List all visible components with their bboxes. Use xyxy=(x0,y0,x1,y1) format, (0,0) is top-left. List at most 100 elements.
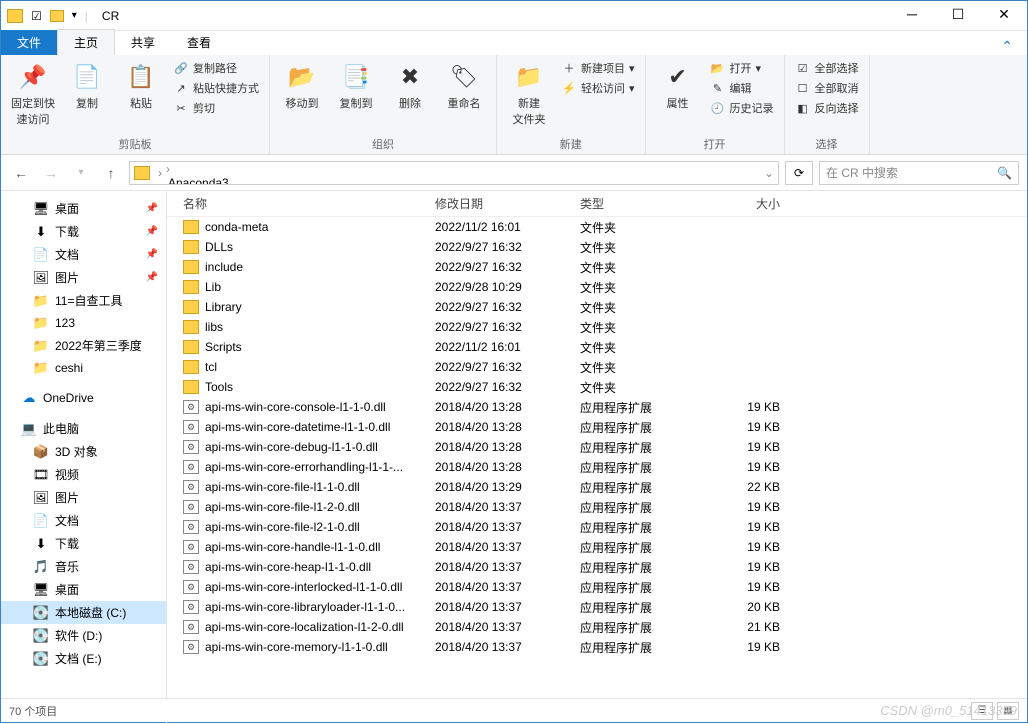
open-button[interactable]: 📂打开 ▾ xyxy=(708,59,776,77)
file-row[interactable]: include2022/9/27 16:32文件夹 xyxy=(167,257,1027,277)
nav-item[interactable]: ⬇下载 xyxy=(1,532,166,555)
nav-item[interactable]: 📄文档📌 xyxy=(1,243,166,266)
tab-file[interactable]: 文件 xyxy=(1,30,57,55)
select-all-button[interactable]: ☑全部选择 xyxy=(793,59,861,77)
copy-button[interactable]: 📄复制 xyxy=(63,59,111,113)
copy-path-button[interactable]: 🔗复制路径 xyxy=(171,59,261,77)
search-input[interactable]: 在 CR 中搜索 🔍 xyxy=(819,161,1019,185)
edit-button[interactable]: ✎编辑 xyxy=(708,79,776,97)
file-row[interactable]: Tools2022/9/27 16:32文件夹 xyxy=(167,377,1027,397)
maximize-button[interactable]: ☐ xyxy=(935,1,981,31)
nav-icon: ⬇ xyxy=(33,224,49,240)
file-row[interactable]: Library2022/9/27 16:32文件夹 xyxy=(167,297,1027,317)
easy-access-button[interactable]: ⚡轻松访问 ▾ xyxy=(559,79,637,97)
nav-item[interactable]: 📦3D 对象 xyxy=(1,440,166,463)
nav-item[interactable]: 📁123 xyxy=(1,312,166,334)
copy-to-button[interactable]: 📑复制到 xyxy=(332,59,380,113)
file-row[interactable]: ⚙api-ms-win-core-libraryloader-l1-1-0...… xyxy=(167,597,1027,617)
breadcrumb[interactable]: › 此电脑›本地磁盘 (C:)›ProgramData›Anaconda3›en… xyxy=(129,161,779,185)
nav-item[interactable]: 🎞视频 xyxy=(1,463,166,486)
nav-item[interactable]: 💽文档 (E:) xyxy=(1,647,166,670)
status-bar: 70 个项目 ☰ ▦ xyxy=(1,698,1027,722)
folder-icon xyxy=(183,300,199,314)
breadcrumb-seg[interactable]: ProgramData xyxy=(164,161,243,162)
nav-item[interactable]: 📄文档 xyxy=(1,509,166,532)
nav-item[interactable]: 📁2022年第三季度 xyxy=(1,334,166,357)
nav-item[interactable]: 🎵音乐 xyxy=(1,555,166,578)
recent-dropdown[interactable]: ▾ xyxy=(69,161,93,185)
paste-shortcut-button[interactable]: ↗粘贴快捷方式 xyxy=(171,79,261,97)
invert-selection-button[interactable]: ◧反向选择 xyxy=(793,99,861,117)
tab-home[interactable]: 主页 xyxy=(57,29,115,55)
file-row[interactable]: ⚙api-ms-win-core-debug-l1-1-0.dll2018/4/… xyxy=(167,437,1027,457)
nav-icon: 📁 xyxy=(33,338,49,354)
select-none-button[interactable]: ☐全部取消 xyxy=(793,79,861,97)
breadcrumb-seg[interactable]: Anaconda3 xyxy=(164,176,243,185)
pin-to-quick-button[interactable]: 📌固定到快 速访问 xyxy=(9,59,57,129)
breadcrumb-folder-icon xyxy=(134,166,150,180)
cut-button[interactable]: ✂剪切 xyxy=(171,99,261,117)
file-row[interactable]: ⚙api-ms-win-core-datetime-l1-1-0.dll2018… xyxy=(167,417,1027,437)
ribbon-help-icon[interactable]: ⌃ xyxy=(987,38,1027,55)
nav-item[interactable]: 🖥桌面📌 xyxy=(1,197,166,220)
nav-tree[interactable]: 🖥桌面📌⬇下载📌📄文档📌🖼图片📌📁11=自查工具📁123📁2022年第三季度📁c… xyxy=(1,191,167,724)
paste-button[interactable]: 📋粘贴 xyxy=(117,59,165,113)
tab-view[interactable]: 查看 xyxy=(171,30,227,55)
file-row[interactable]: conda-meta2022/11/2 16:01文件夹 xyxy=(167,217,1027,237)
nav-onedrive[interactable]: ☁OneDrive xyxy=(1,387,166,409)
file-row[interactable]: ⚙api-ms-win-core-file-l2-1-0.dll2018/4/2… xyxy=(167,517,1027,537)
column-headers[interactable]: 名称 修改日期 类型 大小 xyxy=(167,191,1027,217)
dll-icon: ⚙ xyxy=(183,540,199,554)
col-size[interactable]: 大小 xyxy=(700,195,780,212)
new-folder-button[interactable]: 📁新建 文件夹 xyxy=(505,59,553,129)
qat-overflow-icon[interactable]: ▾ xyxy=(72,10,77,21)
minimize-button[interactable]: ─ xyxy=(889,1,935,31)
nav-item[interactable]: 💽软件 (D:) xyxy=(1,624,166,647)
nav-item[interactable]: 📁11=自查工具 xyxy=(1,289,166,312)
qat-checkbox-icon[interactable]: ☑ xyxy=(31,9,42,23)
new-item-button[interactable]: ＋新建项目 ▾ xyxy=(559,59,637,77)
nav-item[interactable]: 🖼图片 xyxy=(1,486,166,509)
file-row[interactable]: DLLs2022/9/27 16:32文件夹 xyxy=(167,237,1027,257)
up-button[interactable]: ↑ xyxy=(99,161,123,185)
nav-item[interactable]: 🖥桌面 xyxy=(1,578,166,601)
nav-item[interactable]: 🖼图片📌 xyxy=(1,266,166,289)
tab-share[interactable]: 共享 xyxy=(115,30,171,55)
delete-button[interactable]: ✖删除 xyxy=(386,59,434,113)
file-row[interactable]: ⚙api-ms-win-core-console-l1-1-0.dll2018/… xyxy=(167,397,1027,417)
qat-folder-icon[interactable] xyxy=(50,10,64,22)
view-details-button[interactable]: ☰ xyxy=(971,702,993,720)
history-button[interactable]: 🕘历史记录 xyxy=(708,99,776,117)
file-row[interactable]: Scripts2022/11/2 16:01文件夹 xyxy=(167,337,1027,357)
file-row[interactable]: ⚙api-ms-win-core-memory-l1-1-0.dll2018/4… xyxy=(167,637,1027,657)
col-type[interactable]: 类型 xyxy=(580,195,700,212)
nav-thispc[interactable]: 💻此电脑 xyxy=(1,417,166,440)
col-name[interactable]: 名称 xyxy=(175,195,435,212)
nav-item[interactable]: 💽本地磁盘 (C:) xyxy=(1,601,166,624)
file-row[interactable]: ⚙api-ms-win-core-file-l1-1-0.dll2018/4/2… xyxy=(167,477,1027,497)
close-button[interactable]: ✕ xyxy=(981,1,1027,31)
onedrive-icon: ☁ xyxy=(21,390,37,406)
file-row[interactable]: ⚙api-ms-win-core-handle-l1-1-0.dll2018/4… xyxy=(167,537,1027,557)
rename-button[interactable]: 🏷重命名 xyxy=(440,59,488,113)
file-row[interactable]: ⚙api-ms-win-core-errorhandling-l1-1-...2… xyxy=(167,457,1027,477)
file-row[interactable]: ⚙api-ms-win-core-file-l1-2-0.dll2018/4/2… xyxy=(167,497,1027,517)
view-icons-button[interactable]: ▦ xyxy=(997,702,1019,720)
dll-icon: ⚙ xyxy=(183,440,199,454)
easy-access-icon: ⚡ xyxy=(561,80,577,96)
properties-button[interactable]: ✔属性 xyxy=(654,59,702,113)
refresh-button[interactable]: ⟳ xyxy=(785,161,813,185)
nav-item[interactable]: ⬇下载📌 xyxy=(1,220,166,243)
file-row[interactable]: libs2022/9/27 16:32文件夹 xyxy=(167,317,1027,337)
edit-icon: ✎ xyxy=(710,80,726,96)
nav-item[interactable]: 📁ceshi xyxy=(1,357,166,379)
file-row[interactable]: Lib2022/9/28 10:29文件夹 xyxy=(167,277,1027,297)
move-to-button[interactable]: 📂移动到 xyxy=(278,59,326,113)
file-row[interactable]: ⚙api-ms-win-core-localization-l1-2-0.dll… xyxy=(167,617,1027,637)
back-button[interactable]: ← xyxy=(9,161,33,185)
file-row[interactable]: tcl2022/9/27 16:32文件夹 xyxy=(167,357,1027,377)
file-row[interactable]: ⚙api-ms-win-core-heap-l1-1-0.dll2018/4/2… xyxy=(167,557,1027,577)
col-date[interactable]: 修改日期 xyxy=(435,195,580,212)
forward-button[interactable]: → xyxy=(39,161,63,185)
file-row[interactable]: ⚙api-ms-win-core-interlocked-l1-1-0.dll2… xyxy=(167,577,1027,597)
